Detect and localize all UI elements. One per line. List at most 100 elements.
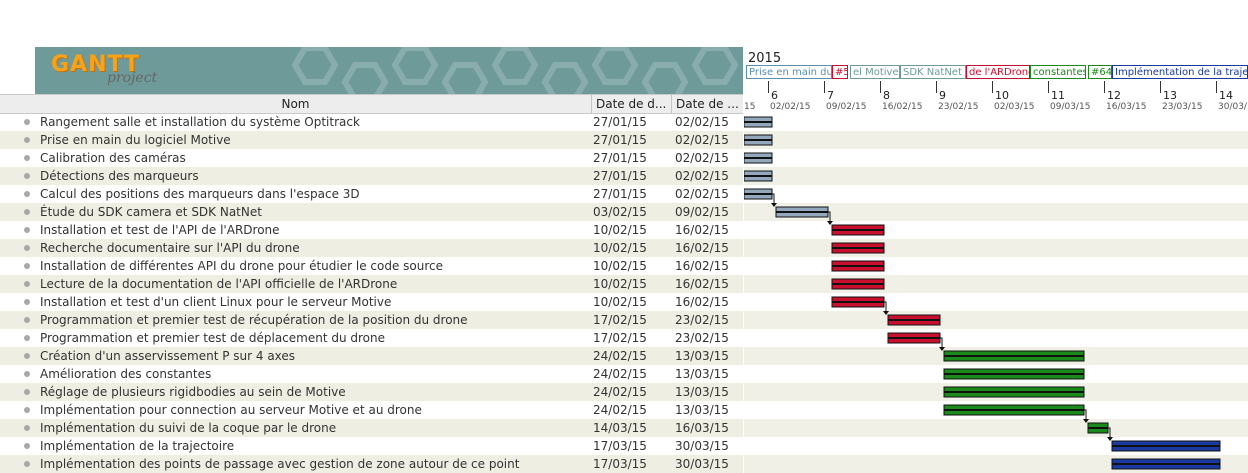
gantt-chart: 2015 Prise en main du#51el MotiveSDK Nat…: [744, 47, 1248, 473]
task-name: Réglage de plusieurs rigidbodies au sein…: [40, 385, 346, 399]
task-start-date: 24/02/15: [593, 349, 647, 363]
ganttproject-logo: GANTT project: [49, 52, 169, 90]
table-row[interactable]: Implémentation du suivi de la coque par …: [0, 419, 743, 437]
dependency-arrowhead: [1083, 419, 1089, 423]
task-start-date: 10/02/15: [593, 277, 647, 291]
task-bullet-icon: [24, 299, 30, 305]
table-row[interactable]: Programmation et premier test de déplace…: [0, 329, 743, 347]
task-bullet-icon: [24, 335, 30, 341]
table-row[interactable]: Rangement salle et installation du systè…: [0, 113, 743, 131]
task-name: Installation et test de l'API de l'ARDro…: [40, 223, 280, 237]
task-bullet-icon: [24, 209, 30, 215]
task-name: Amélioration des constantes: [40, 367, 212, 381]
task-start-date: 10/02/15: [593, 259, 647, 273]
task-end-date: 16/02/15: [675, 259, 729, 273]
task-bullet-icon: [24, 137, 30, 143]
task-start-date: 03/02/15: [593, 205, 647, 219]
task-start-date: 27/01/15: [593, 151, 647, 165]
task-end-date: 13/03/15: [675, 403, 729, 417]
task-bullet-icon: [24, 317, 30, 323]
task-start-date: 27/01/15: [593, 133, 647, 147]
task-bullet-icon: [24, 245, 30, 251]
task-name: Calibration des caméras: [40, 151, 186, 165]
task-start-date: 27/01/15: [593, 187, 647, 201]
task-start-date: 14/03/15: [593, 421, 647, 435]
task-bullet-icon: [24, 263, 30, 269]
task-start-date: 17/03/15: [593, 439, 647, 453]
task-end-date: 13/03/15: [675, 349, 729, 363]
dependency-arrowhead: [883, 311, 889, 315]
table-row[interactable]: Installation et test d'un client Linux p…: [0, 293, 743, 311]
table-row[interactable]: Amélioration des constantes 24/02/15 13/03…: [0, 365, 743, 383]
table-row[interactable]: Implémentation pour connection au serveu…: [0, 401, 743, 419]
task-start-date: 24/02/15: [593, 367, 647, 381]
task-end-date: 30/03/15: [675, 439, 729, 453]
task-name: Implémentation des points de passage ave…: [40, 457, 520, 471]
task-start-date: 24/02/15: [593, 385, 647, 399]
task-bullet-icon: [24, 353, 30, 359]
table-row[interactable]: Lecture de la documentation de l'API off…: [0, 275, 743, 293]
task-name: Implémentation de la trajectoire: [40, 439, 235, 453]
task-name: Installation et test d'un client Linux p…: [40, 295, 392, 309]
app-banner: GANTT project: [35, 47, 743, 94]
task-end-date: 09/02/15: [675, 205, 729, 219]
column-header-end-date[interactable]: Date de ...: [672, 95, 743, 113]
table-row[interactable]: Calcul des positions des marqueurs dans …: [0, 185, 743, 203]
task-name: Rangement salle et installation du systè…: [40, 115, 360, 129]
task-end-date: 16/02/15: [675, 277, 729, 291]
task-bullet-icon: [24, 191, 30, 197]
task-end-date: 16/02/15: [675, 223, 729, 237]
task-end-date: 13/03/15: [675, 367, 729, 381]
task-name: Implémentation pour connection au serveu…: [40, 403, 422, 417]
task-start-date: 27/01/15: [593, 169, 647, 183]
task-end-date: 02/02/15: [675, 115, 729, 129]
task-end-date: 02/02/15: [675, 151, 729, 165]
task-start-date: 10/02/15: [593, 223, 647, 237]
task-bullet-icon: [24, 281, 30, 287]
table-row[interactable]: Prise en main du logiciel Motive 27/01/15…: [0, 131, 743, 149]
logo-subtitle: project: [107, 70, 158, 86]
gantt-bars: [744, 116, 1221, 470]
task-end-date: 23/02/15: [675, 331, 729, 345]
table-row[interactable]: Implémentation des points de passage ave…: [0, 455, 743, 473]
table-row[interactable]: Installation et test de l'API de l'ARDro…: [0, 221, 743, 239]
task-end-date: 13/03/15: [675, 385, 729, 399]
column-header-name[interactable]: Nom: [0, 95, 592, 113]
task-name: Recherche documentaire sur l'API du dron…: [40, 241, 300, 255]
table-row[interactable]: Détections des marqueurs 27/01/15 02/02/15: [0, 167, 743, 185]
task-end-date: 16/03/15: [675, 421, 729, 435]
task-start-date: 17/02/15: [593, 313, 647, 327]
task-bullet-icon: [24, 371, 30, 377]
task-name: Programmation et premier test de récupér…: [40, 313, 468, 327]
task-table-header: Nom Date de d... Date de ...: [0, 94, 743, 114]
table-row[interactable]: Étude du SDK camera et SDK NatNet 03/02/1…: [0, 203, 743, 221]
task-name: Détections des marqueurs: [40, 169, 199, 183]
task-start-date: 24/02/15: [593, 403, 647, 417]
table-row[interactable]: Création d'un asservissement P sur 4 axe…: [0, 347, 743, 365]
task-name: Création d'un asservissement P sur 4 axe…: [40, 349, 296, 363]
table-row[interactable]: Implémentation de la trajectoire 17/03/15…: [0, 437, 743, 455]
task-bullet-icon: [24, 407, 30, 413]
dependency-arrowhead: [771, 203, 777, 207]
task-start-date: 10/02/15: [593, 295, 647, 309]
task-name: Lecture de la documentation de l'API off…: [40, 277, 398, 291]
table-row[interactable]: Réglage de plusieurs rigidbodies au sein…: [0, 383, 743, 401]
task-start-date: 17/03/15: [593, 457, 647, 471]
task-name: Prise en main du logiciel Motive: [40, 133, 231, 147]
hexagon-pattern: [291, 47, 739, 94]
task-bullet-icon: [24, 227, 30, 233]
table-row[interactable]: Installation de différentes API du drone…: [0, 257, 743, 275]
task-name: Installation de différentes API du drone…: [40, 259, 443, 273]
task-name: Programmation et premier test de déplace…: [40, 331, 386, 345]
dependency-arrowhead: [1107, 437, 1113, 441]
task-bullet-icon: [24, 461, 30, 467]
task-bullet-icon: [24, 173, 30, 179]
task-bullet-icon: [24, 119, 30, 125]
table-row[interactable]: Programmation et premier test de récupér…: [0, 311, 743, 329]
task-bullet-icon: [24, 155, 30, 161]
column-header-start-date[interactable]: Date de d...: [592, 95, 672, 113]
task-end-date: 02/02/15: [675, 169, 729, 183]
task-end-date: 16/02/15: [675, 241, 729, 255]
table-row[interactable]: Calibration des caméras 27/01/15 02/02/15: [0, 149, 743, 167]
table-row[interactable]: Recherche documentaire sur l'API du dron…: [0, 239, 743, 257]
